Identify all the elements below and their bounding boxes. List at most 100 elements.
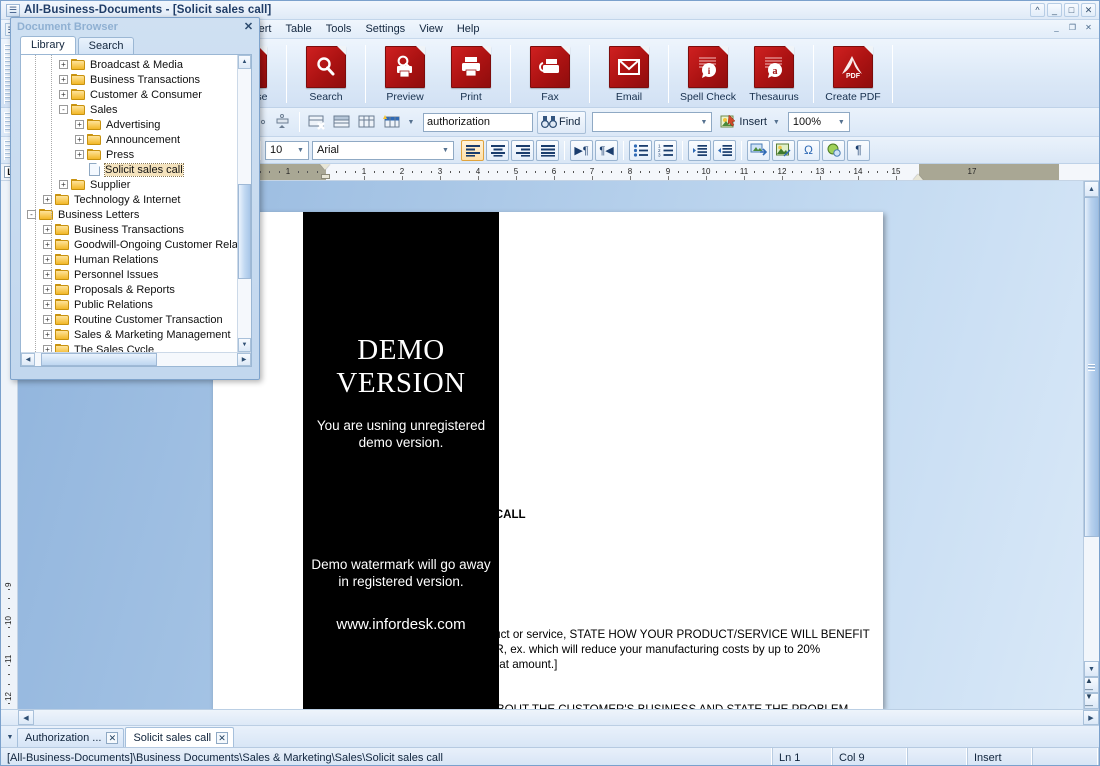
expand-node-icon[interactable]: + <box>59 60 68 69</box>
expand-node-icon[interactable]: + <box>59 75 68 84</box>
close-icon[interactable]: ✕ <box>106 732 119 744</box>
tree-item[interactable]: + Routine Customer Transaction <box>21 312 237 327</box>
chevron-down-icon[interactable]: ▼ <box>834 113 849 131</box>
increase-indent-icon[interactable] <box>713 139 736 161</box>
zoom-select[interactable]: 100% ▼ <box>787 112 850 132</box>
menu-item-tools[interactable]: Tools <box>319 21 359 37</box>
preview-button[interactable]: Preview <box>372 43 438 103</box>
insert-symbol-icon[interactable]: Ω <box>797 139 820 161</box>
chevron-down-icon[interactable]: ▼ <box>438 141 453 159</box>
tree-item[interactable]: + Customer & Consumer <box>21 87 237 102</box>
spell-check-button[interactable]: i Spell Check <box>675 43 741 103</box>
tree-item[interactable]: + Technology & Internet <box>21 192 237 207</box>
scroll-up-icon[interactable]: ▲ <box>1084 181 1099 197</box>
menu-item-table[interactable]: Table <box>278 21 318 37</box>
bullet-list-icon[interactable] <box>629 139 652 161</box>
decrease-indent-icon[interactable] <box>688 139 711 161</box>
document-tab-solicit-sales-call[interactable]: Solicit sales call ✕ <box>125 727 235 747</box>
thesaurus-button[interactable]: a Thesaurus <box>741 43 807 103</box>
scroll-right-icon[interactable]: ▶ <box>1083 710 1099 725</box>
insert-object-icon[interactable] <box>822 139 845 161</box>
tab-list-dropdown-icon[interactable]: ▼ <box>3 728 17 746</box>
tree-item[interactable]: + Goodwill-Ongoing Customer Relati <box>21 237 237 252</box>
window-minimize-button[interactable]: _ <box>1047 3 1062 17</box>
numbered-list-icon[interactable]: 123 <box>654 139 677 161</box>
insert-dropdown-arrow-icon[interactable]: ▼ <box>773 119 780 126</box>
style-select[interactable]: ▼ <box>592 112 713 132</box>
window-close-button[interactable]: ✕ <box>1081 3 1096 17</box>
insert-row-icon[interactable] <box>330 111 354 134</box>
tab-library[interactable]: Library <box>20 36 76 54</box>
tree-scroll-down-icon[interactable]: ▼ <box>238 338 251 352</box>
delete-table-icon[interactable] <box>305 111 329 134</box>
print-button[interactable]: Print <box>438 43 504 103</box>
tree-item[interactable]: + Human Relations <box>21 252 237 267</box>
font-size-select[interactable]: 10 ▼ <box>265 140 309 160</box>
chevron-down-icon[interactable]: ▼ <box>696 113 711 131</box>
tree-scroll-track[interactable] <box>238 69 251 338</box>
tree-item[interactable]: - Business Letters <box>21 207 237 222</box>
close-icon[interactable]: ✕ <box>242 21 255 34</box>
tree-hscroll-thumb[interactable] <box>41 353 157 366</box>
window-restore-up-button[interactable]: ^ <box>1030 3 1045 17</box>
find-button[interactable]: Find <box>537 110 587 134</box>
expand-node-icon[interactable]: + <box>59 90 68 99</box>
mdi-minimize-button[interactable]: _ <box>1050 22 1063 35</box>
tree-item[interactable]: + Business Transactions <box>21 222 237 237</box>
tree-item[interactable]: - Sales <box>21 102 237 117</box>
tree-vertical-scrollbar[interactable]: ▲ ▼ <box>237 55 251 352</box>
previous-page-icon[interactable]: ▲— <box>1084 676 1099 694</box>
menu-item-view[interactable]: View <box>412 21 450 37</box>
show-paragraph-marks-icon[interactable]: ¶ <box>847 139 870 161</box>
email-button[interactable]: Email <box>596 43 662 103</box>
close-icon[interactable]: ✕ <box>216 731 229 744</box>
tree-scroll-thumb[interactable] <box>238 184 251 279</box>
tree-item[interactable]: + Advertising <box>21 117 237 132</box>
document-tree[interactable]: + Broadcast & Media + Business Transactions… <box>21 55 237 352</box>
menu-item-help[interactable]: Help <box>450 21 487 37</box>
align-right-icon[interactable] <box>511 139 534 161</box>
tree-hscroll-track[interactable] <box>35 353 237 366</box>
menu-item-settings[interactable]: Settings <box>358 21 412 37</box>
document-browser-panel[interactable]: Document Browser ✕ Library Search + Broad… <box>10 17 260 380</box>
expand-node-icon[interactable]: + <box>75 135 84 144</box>
first-line-indent-marker[interactable] <box>320 164 330 170</box>
tree-item[interactable]: + Supplier <box>21 177 237 192</box>
tree-scroll-right-icon[interactable]: ▶ <box>237 353 251 366</box>
tree-item[interactable]: + Broadcast & Media <box>21 57 237 72</box>
create-pdf-button[interactable]: PDF Create PDF <box>820 43 886 103</box>
align-left-icon[interactable] <box>461 139 484 161</box>
right-indent-marker[interactable] <box>912 174 923 180</box>
vertical-scroll-track[interactable] <box>1084 197 1099 661</box>
font-family-select[interactable]: Arial ▼ <box>312 140 454 160</box>
tree-scroll-left-icon[interactable]: ◀ <box>21 353 35 366</box>
search-input[interactable]: authorization <box>423 112 533 132</box>
distribute-vertical-icon[interactable] <box>270 111 294 134</box>
tree-item[interactable]: + The Sales Cycle <box>21 342 237 352</box>
insert-hyperlink-icon[interactable] <box>747 139 770 161</box>
align-justify-icon[interactable] <box>536 139 559 161</box>
ltr-direction-icon[interactable]: ▶¶ <box>570 139 593 161</box>
expand-node-icon[interactable]: + <box>75 120 84 129</box>
next-page-icon[interactable]: ▼— <box>1084 692 1099 710</box>
left-indent-marker[interactable] <box>321 174 330 179</box>
tree-item[interactable]: + Press <box>21 147 237 162</box>
insert-button[interactable]: Insert ▼ <box>718 111 781 134</box>
tree-item[interactable]: + Sales & Marketing Management <box>21 327 237 342</box>
vertical-scrollbar[interactable]: ▲ ▼ ▲— ▼— <box>1083 181 1099 710</box>
tree-item[interactable]: + Announcement <box>21 132 237 147</box>
chevron-down-icon[interactable]: ▼ <box>293 141 308 159</box>
rtl-direction-icon[interactable]: ¶◀ <box>595 139 618 161</box>
insert-table-icon[interactable] <box>380 111 404 134</box>
scroll-down-icon[interactable]: ▼ <box>1084 661 1099 677</box>
fax-button[interactable]: Fax <box>517 43 583 103</box>
mdi-restore-button[interactable]: ❐ <box>1066 22 1079 35</box>
scroll-left-icon[interactable]: ◀ <box>18 710 34 725</box>
tree-scroll-up-icon[interactable]: ▲ <box>238 55 251 69</box>
collapse-node-icon[interactable]: - <box>59 105 68 114</box>
document-browser-title-bar[interactable]: Document Browser ✕ <box>11 18 259 36</box>
expand-node-icon[interactable]: + <box>59 180 68 189</box>
tab-search[interactable]: Search <box>77 37 135 54</box>
tree-item[interactable]: + Proposals & Reports <box>21 282 237 297</box>
vertical-scroll-thumb[interactable] <box>1084 197 1099 537</box>
